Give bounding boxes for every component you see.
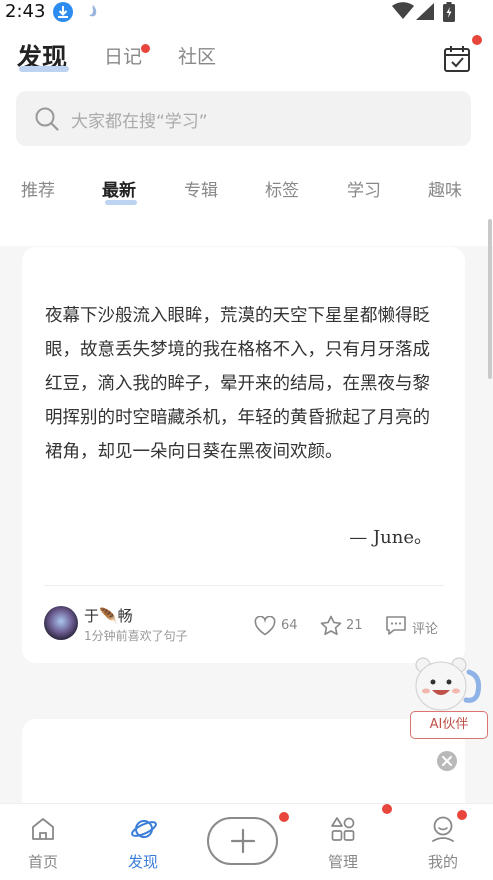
nav-home[interactable]: 首页 [8,804,78,880]
author-activity: 1分钟前喜欢了句子 [84,629,188,643]
add-post-button[interactable] [207,817,278,865]
grid-icon [330,816,356,846]
category-tab-tags[interactable]: 标签 [265,176,299,201]
nav-discover-label: 发现 [127,853,158,871]
calendar-check-icon[interactable] [443,45,471,77]
header: 发现 日记 社区 大家都在搜“学习” 推荐 最新 专辑 标签 学习 趣味 [0,24,493,246]
status-bar: 2:43 [0,0,493,24]
divider [44,585,444,586]
like-count: 64 [281,618,298,633]
battery-icon [443,2,455,26]
search-icon [34,106,60,136]
category-tab-fun[interactable]: 趣味 [428,176,462,201]
nav-home-label: 首页 [27,853,58,871]
bottom-nav: 首页 发现 管理 我的 [0,803,493,880]
manage-badge-dot [382,804,392,814]
nav-manage-label: 管理 [327,853,358,871]
heart-icon[interactable] [254,615,276,640]
diary-badge-dot [141,44,150,53]
nav-manage[interactable]: 管理 [308,804,378,880]
search-input[interactable]: 大家都在搜“学习” [16,91,471,146]
category-tab-album[interactable]: 专辑 [184,176,218,201]
app-notification-icon [85,3,101,25]
nav-profile-label: 我的 [427,853,458,871]
status-time: 2:43 [5,1,46,22]
profile-badge-dot [457,810,467,820]
wifi-icon [392,2,414,24]
category-tab-study[interactable]: 学习 [347,176,381,201]
star-icon[interactable] [320,615,342,640]
tab-active-indicator [19,66,69,72]
ai-assistant-button[interactable]: AI伙伴 [410,711,488,739]
home-icon [30,816,56,846]
close-icon[interactable] [437,751,457,771]
search-placeholder: 大家都在搜“学习” [71,112,208,132]
profile-icon [430,816,456,846]
category-tab-recommend[interactable]: 推荐 [21,176,55,201]
favorite-count: 21 [346,618,363,633]
category-tab-latest[interactable]: 最新 [102,176,136,201]
post-content: 夜幕下沙般流入眼眸，荒漠的天空下星星都懒得眨眼，故意丢失梦境的我在格格不入，只有… [45,306,430,462]
tab-diary[interactable]: 日记 [104,42,142,69]
nav-discover[interactable]: 发现 [108,804,178,880]
calendar-badge-dot [472,35,482,45]
ai-bear-icon[interactable] [412,656,486,718]
category-active-indicator [105,200,137,205]
signal-icon [416,3,434,24]
download-icon [53,2,73,22]
tab-community[interactable]: 社区 [178,42,216,69]
post-signature: — June。 [349,527,432,548]
planet-icon [130,816,158,846]
add-badge-dot [279,812,289,822]
scrollbar[interactable] [488,219,492,379]
comment-button[interactable]: 评论 [412,618,438,637]
post-card[interactable]: 夜幕下沙般流入眼眸，荒漠的天空下星星都懒得眨眼，故意丢失梦境的我在格格不入，只有… [22,247,465,663]
comment-icon[interactable] [385,615,407,640]
avatar[interactable] [44,606,78,640]
nav-profile[interactable]: 我的 [408,804,478,880]
author-name[interactable]: 于🪶畅 [84,605,133,626]
